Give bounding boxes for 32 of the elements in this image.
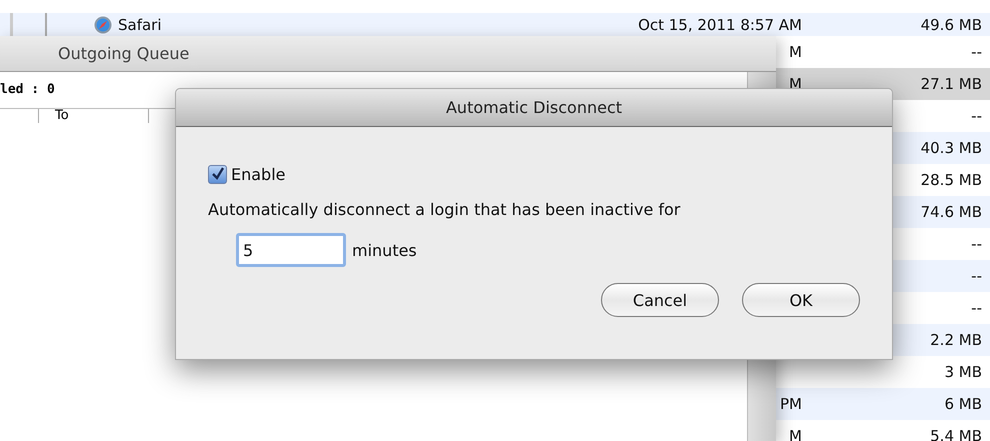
file-size: --: [971, 267, 982, 285]
input-field[interactable]: 5: [236, 233, 346, 267]
file-size: 40.3 MB: [920, 139, 982, 157]
file-size: --: [971, 107, 982, 125]
checkbox[interactable]: [208, 164, 227, 184]
file-date: PM: [780, 395, 802, 413]
dialog-title: Automatic Disconnect: [446, 98, 622, 117]
dialog-button[interactable]: Cancel: [601, 283, 719, 317]
window-title: Outgoing Queue: [58, 44, 190, 63]
unit-label: minutes: [352, 240, 417, 260]
file-date: Oct 15, 2011 8:57 AM: [638, 16, 802, 34]
compass-icon: [94, 16, 112, 34]
file-size: 2.2 MB: [930, 331, 982, 349]
message-text: Automatically disconnect a login that has been inactive for: [208, 200, 682, 219]
column-header[interactable]: To: [38, 109, 148, 123]
file-size: 3 MB: [944, 363, 982, 381]
file-size: --: [971, 299, 982, 317]
file-name: Safari: [118, 16, 162, 34]
file-date: M: [789, 43, 802, 61]
file-size: --: [971, 43, 982, 61]
file-size: 6 MB: [944, 395, 982, 413]
file-size: 28.5 MB: [920, 171, 982, 189]
file-row[interactable]: Safari Oct 15, 2011 8:57 AM 49.6 MB: [0, 13, 990, 36]
dialog-button[interactable]: OK: [742, 283, 860, 317]
file-size: 74.6 MB: [920, 203, 982, 221]
file-date: M: [789, 427, 802, 441]
file-size: --: [971, 235, 982, 253]
file-size: 49.6 MB: [920, 16, 982, 34]
file-size: 5.4 MB: [930, 427, 982, 441]
file-size: 27.1 MB: [920, 75, 982, 93]
checkbox-label: Enable: [231, 164, 286, 184]
status-text: led : 0: [0, 81, 56, 99]
